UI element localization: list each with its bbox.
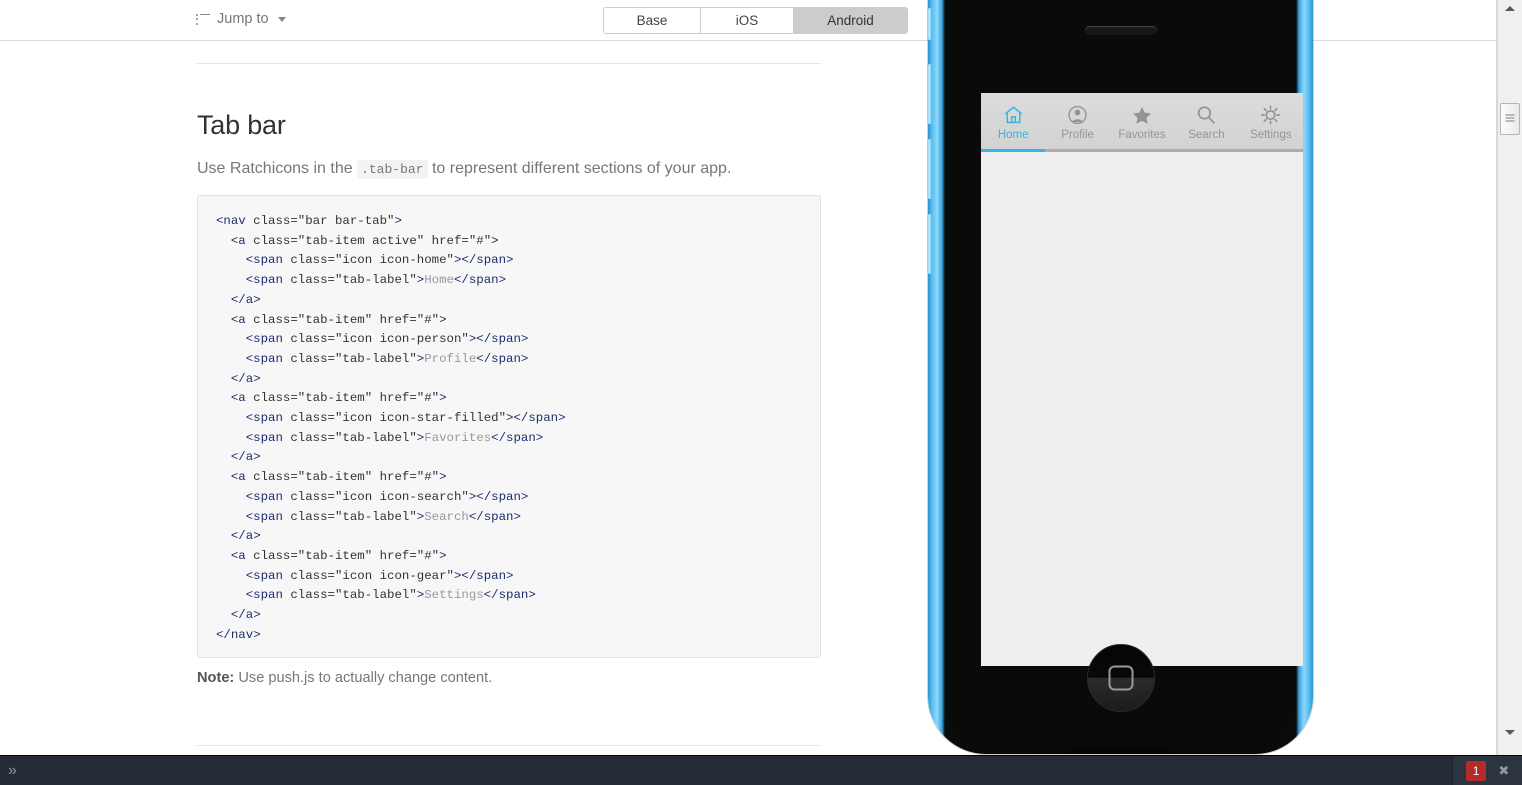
tab-label-profile: Profile (1061, 128, 1094, 141)
device-preview: Home Profile Favorites Search Settings (920, 0, 1320, 755)
page-title: Tab bar (197, 110, 286, 140)
silent-switch[interactable] (927, 64, 932, 124)
page-root: Jump to Base iOS Android Tab bar Use Rat… (0, 0, 1522, 785)
person-icon (1066, 104, 1089, 127)
inline-code-tab-bar: .tab-bar (357, 160, 428, 179)
power-button[interactable] (927, 8, 932, 40)
chevron-down-icon (277, 16, 286, 22)
earpiece-speaker (1084, 26, 1157, 35)
search-icon (1195, 104, 1217, 127)
segment-base[interactable]: Base (604, 8, 701, 33)
volume-down-button[interactable] (927, 214, 932, 274)
tab-item-home[interactable]: Home (981, 93, 1046, 152)
jump-to-dropdown[interactable]: Jump to (196, 11, 286, 27)
section-divider-top (197, 63, 821, 64)
tab-item-profile[interactable]: Profile (1045, 93, 1110, 152)
code-example-text: <nav class="bar bar-tab"> <a class="tab-… (216, 214, 566, 642)
tab-label-home: Home (997, 128, 1029, 141)
tab-label-settings: Settings (1250, 128, 1292, 141)
code-example-block[interactable]: <nav class="bar bar-tab"> <a class="tab-… (197, 195, 821, 658)
triangle-down-icon (1505, 730, 1515, 735)
tab-label-favorites: Favorites (1118, 128, 1166, 141)
lede-text-before: Use Ratchicons in the (197, 160, 358, 177)
gear-icon (1259, 104, 1282, 127)
note-body: Use push.js to actually change content. (234, 670, 493, 686)
tab-item-settings[interactable]: Settings (1238, 93, 1303, 152)
volume-up-button[interactable] (927, 139, 932, 199)
segment-ios[interactable]: iOS (701, 8, 794, 33)
lede-text-after: to represent different sections of your … (427, 160, 732, 177)
console-expand-area[interactable]: » (0, 756, 1452, 785)
scroll-down-button[interactable] (1498, 724, 1522, 741)
tab-label-search: Search (1188, 128, 1225, 141)
section-description: Use Ratchicons in the .tab-bar to repres… (197, 158, 731, 181)
jump-to-label: Jump to (217, 11, 269, 27)
double-chevron-right-icon[interactable]: » (8, 762, 17, 779)
platform-segmented-control[interactable]: Base iOS Android (603, 7, 908, 34)
tab-item-search[interactable]: Search (1174, 93, 1239, 152)
home-icon (1002, 104, 1025, 127)
note-text: Note: Use push.js to actually change con… (197, 670, 492, 686)
triangle-up-icon (1505, 6, 1515, 11)
tab-item-favorites[interactable]: Favorites (1109, 93, 1175, 152)
grip-lines-icon (1505, 114, 1515, 124)
close-icon[interactable]: ✖ (1498, 763, 1509, 779)
iphone-frame: Home Profile Favorites Search Settings (927, 0, 1313, 754)
note-label: Note: (197, 670, 235, 686)
vertical-scrollbar[interactable] (1497, 0, 1522, 755)
home-button[interactable] (1086, 644, 1155, 712)
list-icon (196, 13, 210, 25)
console-status-area: 1 ✖ (1452, 756, 1522, 785)
error-count-badge[interactable]: 1 (1465, 760, 1487, 781)
android-tab-bar: Home Profile Favorites Search Settings (981, 93, 1303, 152)
phone-bezel: Home Profile Favorites Search Settings (945, 0, 1303, 746)
scrollbar-thumb[interactable] (1500, 103, 1520, 135)
star-filled-icon (1130, 104, 1154, 127)
console-bar: » 1 ✖ (0, 755, 1522, 785)
rounded-square-icon (1108, 665, 1133, 691)
phone-screen: Home Profile Favorites Search Settings (981, 93, 1303, 666)
scroll-up-button[interactable] (1498, 0, 1522, 17)
segment-android[interactable]: Android (794, 8, 907, 33)
section-divider-bottom (197, 745, 821, 746)
